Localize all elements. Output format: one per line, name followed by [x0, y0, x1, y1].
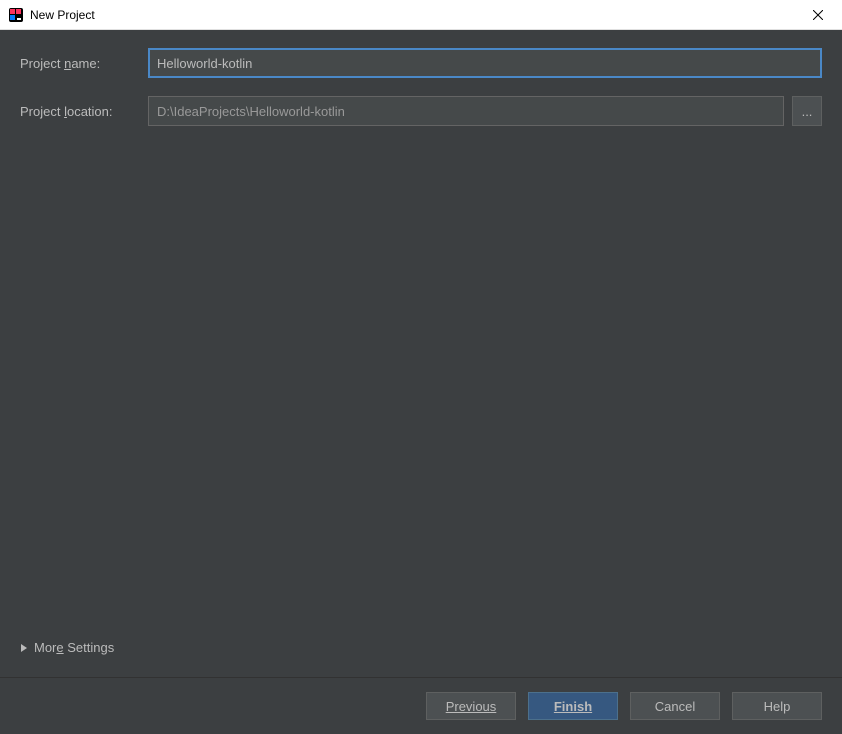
titlebar: New Project [0, 0, 842, 30]
form-area: Project name: Project location: ... [0, 30, 842, 677]
dialog-body: Project name: Project location: ... [0, 30, 842, 734]
intellij-icon [8, 7, 24, 23]
cancel-button[interactable]: Cancel [630, 692, 720, 720]
button-bar: Previous Finish Cancel Help [0, 677, 842, 734]
project-name-row: Project name: [20, 48, 822, 78]
project-location-label: Project location: [20, 104, 148, 119]
close-icon [813, 10, 823, 20]
project-location-row: Project location: ... [20, 96, 822, 126]
project-name-input[interactable] [148, 48, 822, 78]
browse-button[interactable]: ... [792, 96, 822, 126]
more-settings-toggle[interactable]: More Settings [20, 636, 822, 659]
help-button[interactable]: Help [732, 692, 822, 720]
ellipsis-icon: ... [802, 104, 813, 119]
project-name-label: Project name: [20, 56, 148, 71]
window-title: New Project [30, 8, 802, 22]
more-settings-label: More Settings [34, 640, 114, 655]
previous-button[interactable]: Previous [426, 692, 516, 720]
close-button[interactable] [802, 1, 834, 29]
project-location-input[interactable] [148, 96, 784, 126]
chevron-right-icon [20, 643, 28, 653]
finish-button[interactable]: Finish [528, 692, 618, 720]
